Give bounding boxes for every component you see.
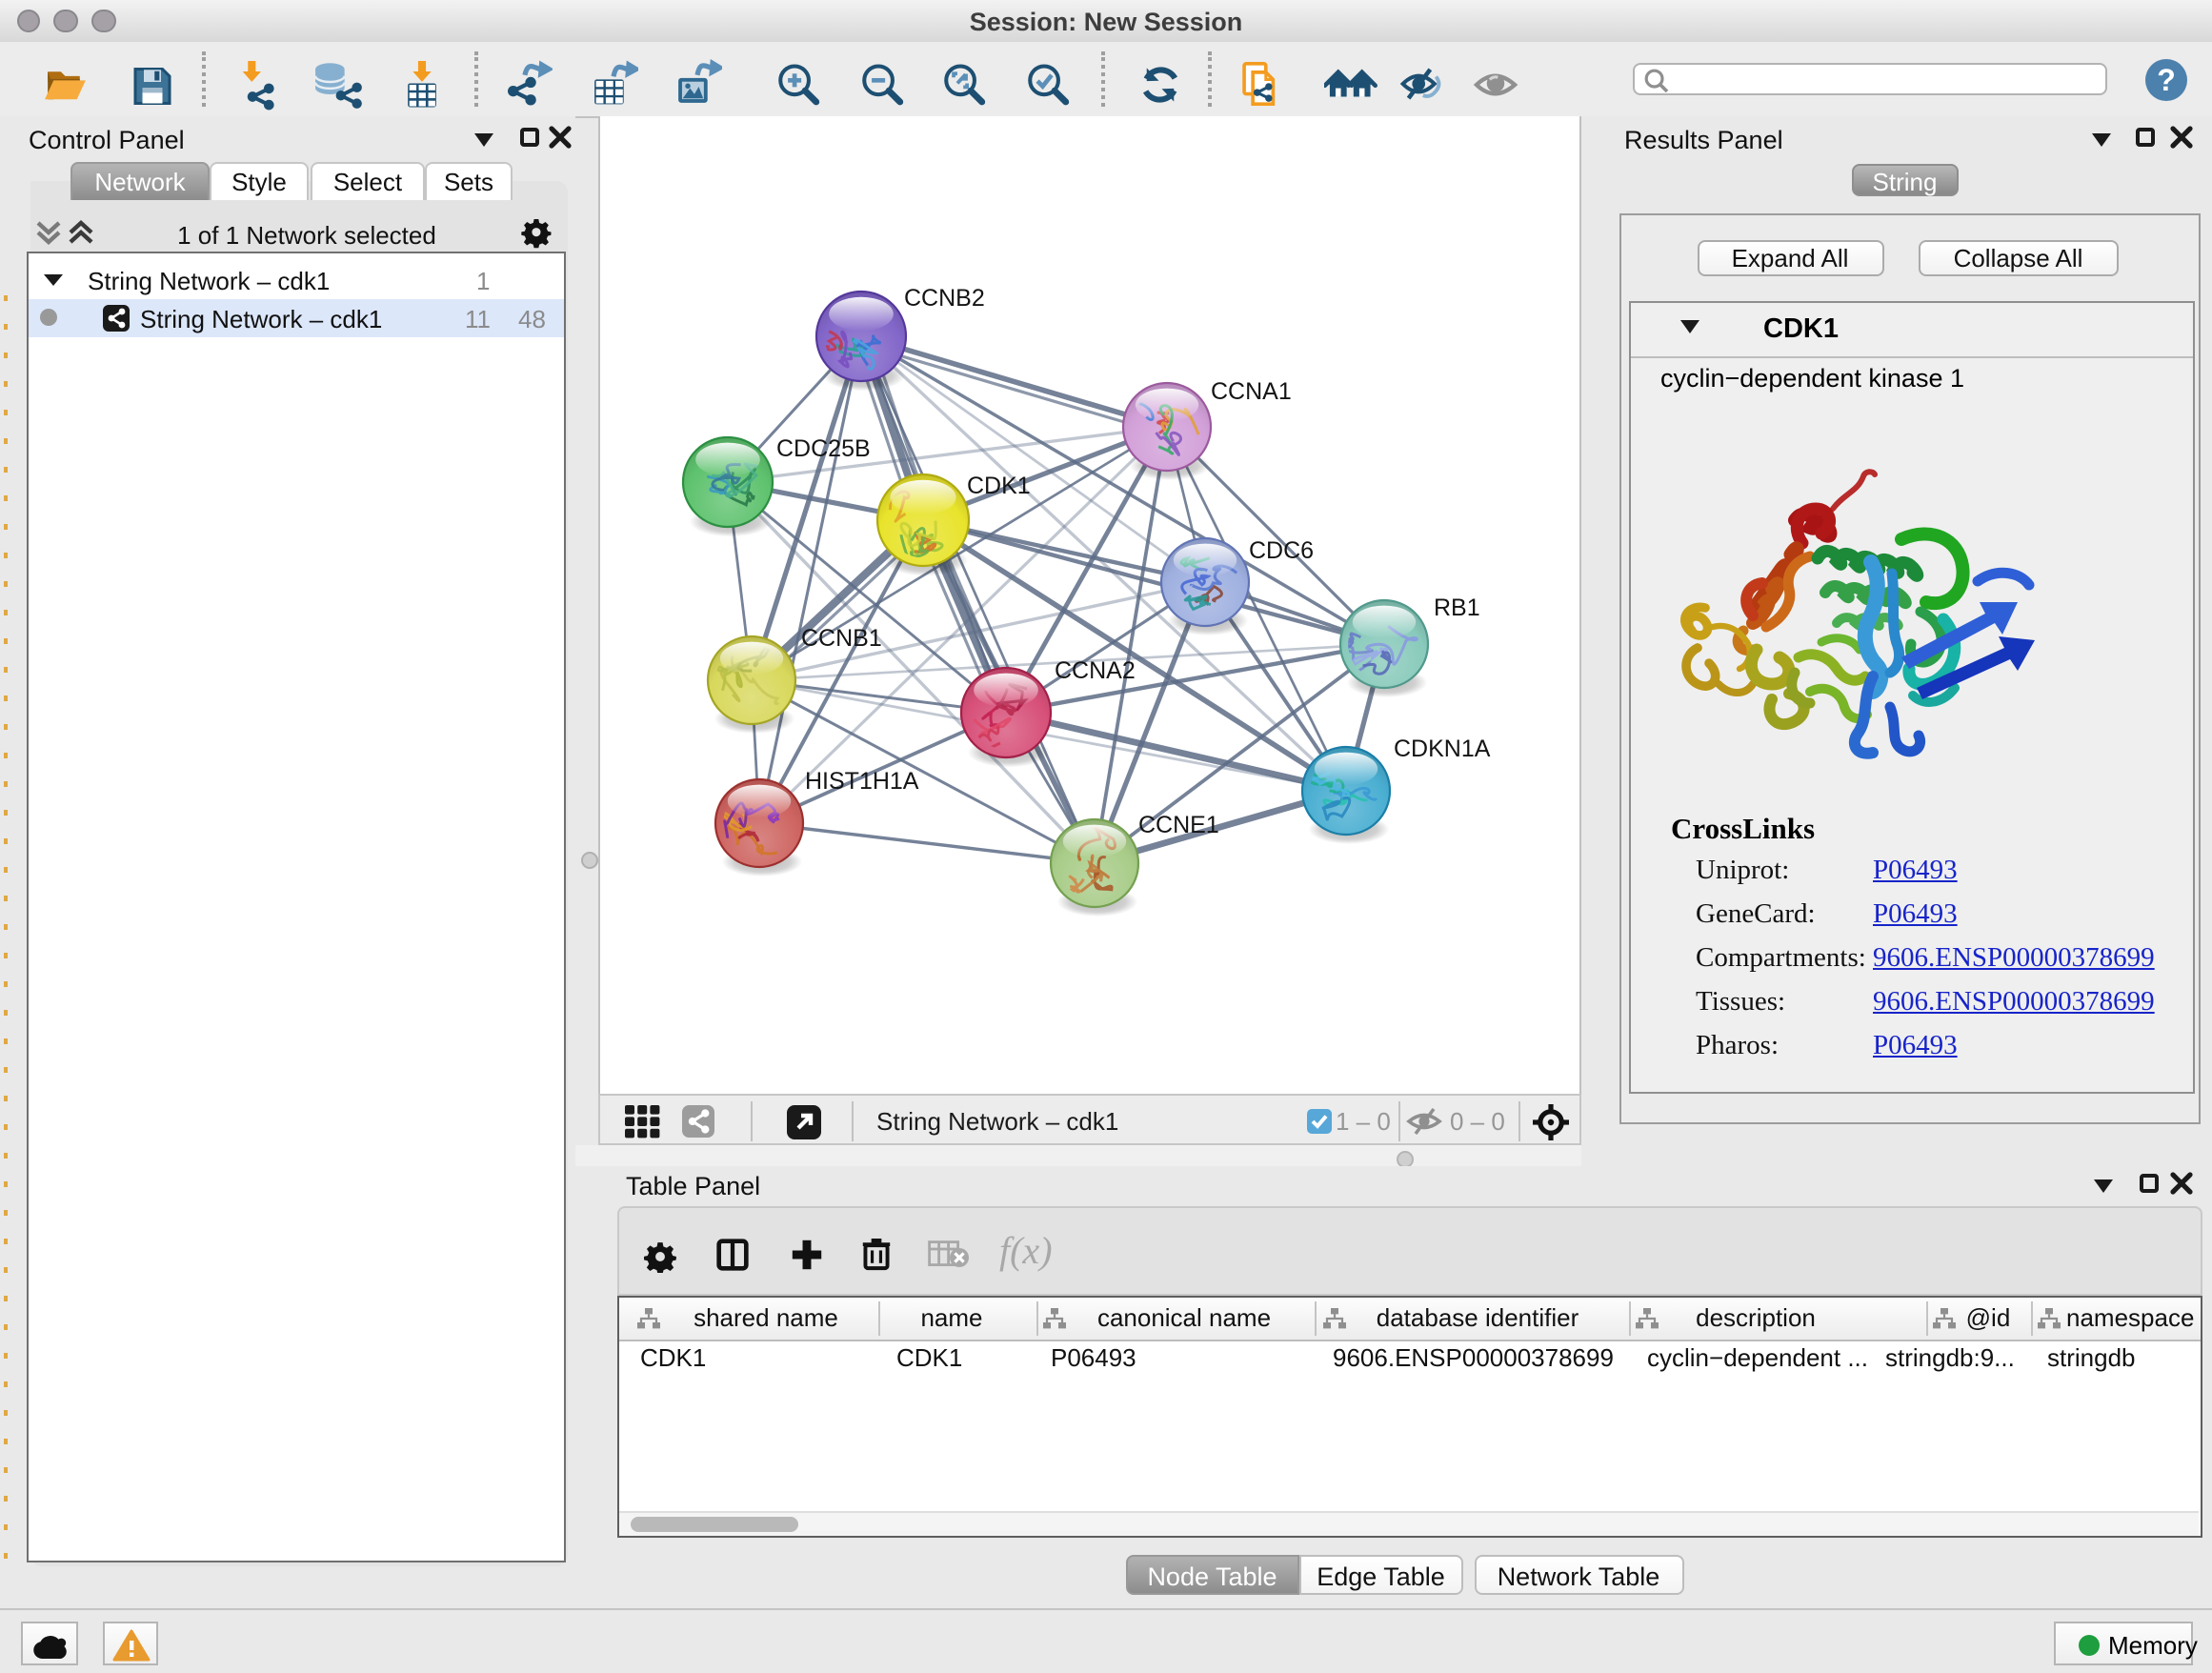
svg-text:CCNB1: CCNB1 — [801, 625, 882, 652]
svg-text:?: ? — [2157, 63, 2176, 97]
svg-text:CCNA2: CCNA2 — [1055, 657, 1136, 684]
svg-text:CDKN1A: CDKN1A — [1394, 736, 1491, 762]
svg-text:CDC25B: CDC25B — [776, 435, 871, 462]
svg-text:CCNE1: CCNE1 — [1138, 812, 1219, 838]
svg-text:CCNB2: CCNB2 — [904, 285, 985, 312]
svg-text:CDK1: CDK1 — [967, 473, 1031, 499]
svg-text:CDC6: CDC6 — [1249, 537, 1314, 564]
svg-text:CCNA1: CCNA1 — [1211, 378, 1292, 405]
svg-text:HIST1H1A: HIST1H1A — [805, 768, 919, 795]
svg-text:RB1: RB1 — [1434, 595, 1480, 621]
